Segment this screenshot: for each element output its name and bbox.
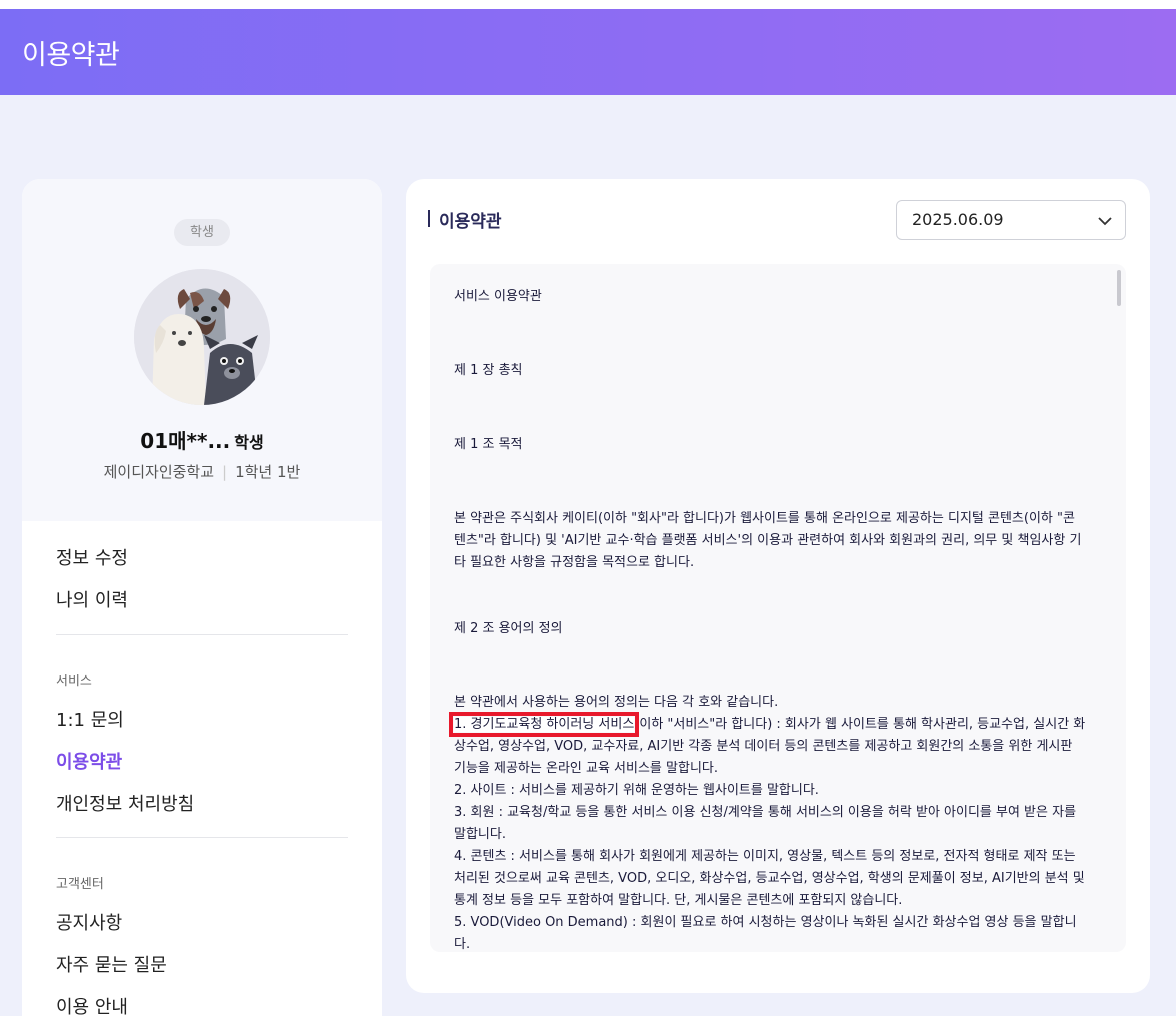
menu-item-inquiry[interactable]: 1:1 문의 [56,706,124,732]
menu-item-terms[interactable]: 이용약관 [56,748,122,774]
terms-body: 서비스 이용약관 제 1 장 총칙 제 1 조 목적 본 약관은 주식회사 케이… [448,286,1086,952]
user-name-text: 01매**... [140,429,231,453]
page-title: 이용약관 [22,40,120,71]
profile-card: 학생 01매**... 학생 제이디자인중학교 | 1학년 1반 [22,179,382,521]
dogs-avatar-icon [134,269,270,405]
class-name: 1학년 1반 [235,463,301,481]
avatar [134,269,270,405]
menu-item-privacy[interactable]: 개인정보 처리방침 [56,790,194,816]
highlighted-service-name: 1. 경기도교육청 하이러닝 서비스 [448,712,640,737]
menu-item-history[interactable]: 나의 이력 [56,586,128,612]
page-header: 이용약관 [0,9,1176,95]
top-strip [0,0,1176,9]
terms-definition-item: 2. 사이트 : 서비스를 제공하기 위해 운영하는 웹사이트를 말합니다. [454,783,819,798]
terms-panel: 이용약관 2025.06.09 서비스 이용약관 제 1 장 총칙 제 1 조 … [406,179,1150,993]
version-date-select[interactable]: 2025.06.09 [896,200,1126,240]
scrollbar-thumb[interactable] [1117,270,1121,306]
terms-heading: 서비스 이용약관 [454,289,542,304]
user-school-info: 제이디자인중학교 | 1학년 1반 [22,461,382,482]
terms-article-body: 본 약관은 주식회사 케이티(이하 "회사"라 합니다)가 웹사이트를 통해 온… [454,511,1082,570]
terms-chapter: 제 1 장 총칙 [454,363,523,378]
menu-item-edit-info[interactable]: 정보 수정 [56,544,128,570]
user-name: 01매**... 학생 [22,425,382,454]
terms-article-title: 제 2 조 용어의 정의 [454,621,563,636]
terms-definition-item: 4. 콘텐츠 : 서비스를 통해 회사가 회원에게 제공하는 이미지, 영상물,… [454,849,1085,908]
menu-item-guide[interactable]: 이용 안내 [56,993,128,1016]
menu-section-service: 서비스 [56,674,92,689]
school-separator: | [222,463,228,481]
terms-document[interactable]: 서비스 이용약관 제 1 장 총칙 제 1 조 목적 본 약관은 주식회사 케이… [430,264,1126,952]
section-title: 이용약관 [428,207,502,232]
chevron-down-icon [1098,217,1112,226]
menu-divider [56,634,348,635]
menu-item-faq[interactable]: 자주 묻는 질문 [56,951,167,977]
menu-divider [56,837,348,838]
terms-article-title: 제 1 조 목적 [454,437,523,452]
section-title-text: 이용약관 [439,212,502,232]
terms-definitions-intro: 본 약관에서 사용하는 용어의 정의는 다음 각 호와 같습니다. [454,695,779,710]
sidebar: 학생 01매**... 학생 제이디자인중학교 | 1학년 1반 정보 수정 나… [22,179,382,1016]
menu-section-support: 고객센터 [56,877,104,892]
user-role-suffix: 학생 [234,433,264,452]
terms-definition-item: 1. 경기도교육청 하이러닝 서비스(이하 "서비스"라 합니다) : 회사가 … [448,712,1086,780]
terms-definition-item: 5. VOD(Video On Demand) : 회원이 필요로 하여 시청하… [454,915,1077,952]
school-name: 제이디자인중학교 [103,463,215,481]
selected-date: 2025.06.09 [912,210,1004,229]
menu-item-notice[interactable]: 공지사항 [56,909,122,935]
role-badge: 학생 [174,219,230,246]
terms-definition-item: 3. 회원 : 교육청/학교 등을 통한 서비스 이용 신청/계약을 통해 서비… [454,805,1077,842]
